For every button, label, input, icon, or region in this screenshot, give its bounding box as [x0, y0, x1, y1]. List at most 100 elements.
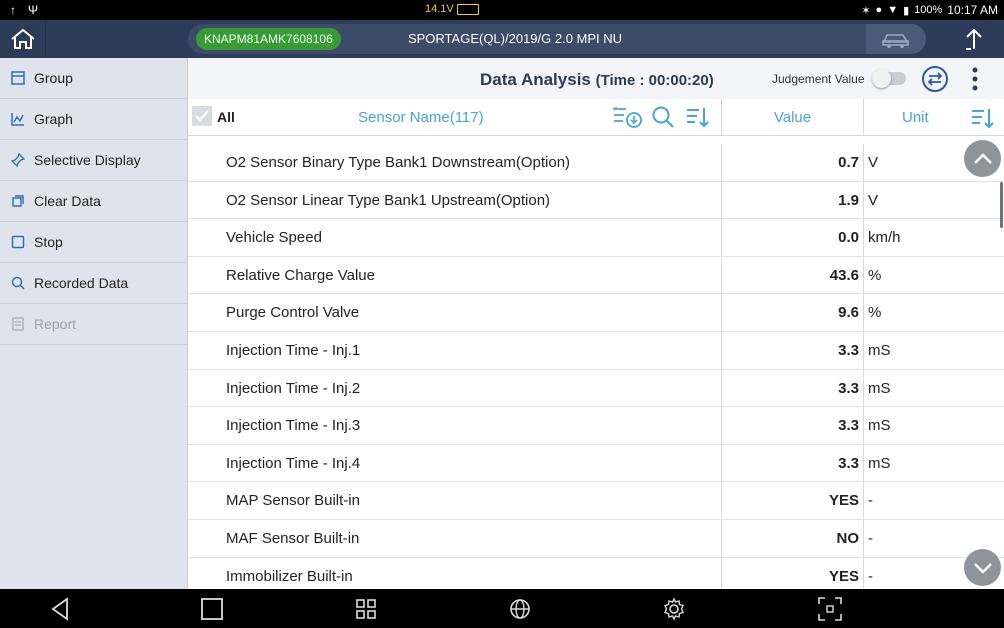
table-row[interactable]: Injection Time - Inj.4 3.3 mS	[188, 444, 1004, 483]
status-bar: ↑ Ψ 14.1V ✶ ● ▼ ▮ 100% 10:17 AM	[0, 0, 1004, 20]
sidebar-item-label: Recorded Data	[34, 275, 129, 291]
clock: 10:17 AM	[947, 3, 998, 17]
sensor-value: NO	[721, 519, 863, 557]
table-row[interactable]: Injection Time - Inj.2 3.3 mS	[188, 369, 1004, 408]
swap-button[interactable]	[921, 65, 949, 93]
sensor-value: 0.7	[721, 144, 863, 181]
sidebar-item-selective-display[interactable]: Selective Display	[0, 140, 187, 181]
sensor-name-column-header[interactable]: Sensor Name(117)	[358, 109, 484, 126]
judgement-value-toggle[interactable]	[872, 69, 906, 88]
sensor-unit: mS	[863, 369, 1004, 407]
search-record-icon	[10, 275, 26, 291]
sensor-value: 3.3	[721, 444, 863, 482]
sensor-unit: V	[863, 181, 1004, 219]
export-button[interactable]	[944, 20, 1004, 58]
sensor-name: Injection Time - Inj.4	[226, 454, 361, 472]
sensor-value: 1.9	[721, 181, 863, 219]
sensor-value: 3.3	[721, 331, 863, 369]
sensor-unit: -	[863, 482, 1004, 519]
table-row[interactable]: Purge Control Valve 9.6 %	[188, 294, 1004, 332]
sort-icon	[687, 108, 709, 128]
back-icon	[51, 597, 68, 621]
clear-icon	[10, 193, 26, 209]
table-row[interactable]: Injection Time - Inj.3 3.3 mS	[188, 407, 1004, 445]
usb-icon: Ψ	[28, 3, 39, 17]
report-icon	[10, 316, 26, 332]
search-button[interactable]	[651, 105, 677, 129]
table-row[interactable]: Relative Charge Value 43.6 %	[188, 256, 1004, 295]
sensor-unit: %	[863, 294, 1004, 331]
sidebar-item-group[interactable]: Group	[0, 58, 187, 99]
select-all-label: All	[217, 109, 235, 125]
sidebar-item-recorded-data[interactable]: Recorded Data	[0, 263, 187, 304]
apps-button[interactable]	[352, 595, 380, 623]
filter-list-button[interactable]	[612, 105, 642, 129]
sensor-value: 3.3	[721, 407, 863, 444]
value-column-header[interactable]: Value	[721, 99, 863, 136]
sidebar: Group Graph Selective Display Clear Data…	[0, 58, 188, 589]
scrollbar-thumb[interactable]	[1000, 182, 1003, 228]
recents-icon	[201, 598, 223, 620]
table-header: All Sensor Name(117) Value Unit	[188, 99, 1004, 136]
stop-icon	[10, 234, 26, 250]
unit-column-header[interactable]: Unit	[863, 99, 1004, 136]
data-analysis-header: Data Analysis (Time : 00:00:20) Judgemen…	[188, 58, 1004, 99]
upload-status-icon: ↑	[10, 3, 16, 17]
globe-icon	[510, 599, 530, 619]
judgement-value-label: Judgement Value	[772, 72, 865, 86]
table-row[interactable]: Injection Time - Inj.1 3.3 mS	[188, 331, 1004, 370]
select-all-checkbox[interactable]	[192, 106, 212, 126]
table-row[interactable]: O2 Sensor Linear Type Bank1 Upstream(Opt…	[188, 181, 1004, 220]
page-title-text: Data Analysis	[480, 70, 591, 89]
recents-button[interactable]	[198, 595, 226, 623]
sidebar-item-graph[interactable]: Graph	[0, 99, 187, 140]
sensor-unit: mS	[863, 407, 1004, 444]
sidebar-item-clear-data[interactable]: Clear Data	[0, 181, 187, 222]
home-button[interactable]	[0, 20, 46, 58]
do-not-disturb-icon: ●	[875, 4, 883, 16]
more-options-button[interactable]	[968, 66, 982, 92]
sidebar-item-label: Stop	[34, 234, 63, 250]
car-battery-icon	[456, 3, 479, 15]
scroll-down-button[interactable]	[964, 549, 1001, 586]
chevron-down-icon	[973, 562, 992, 574]
table-row[interactable]: Vehicle Speed 0.0 km/h	[188, 219, 1004, 257]
sort-icon[interactable]	[970, 106, 996, 130]
sensor-value: 0.0	[721, 219, 863, 256]
sensor-unit: km/h	[863, 219, 1004, 256]
scroll-up-button[interactable]	[964, 140, 1001, 177]
settings-button[interactable]	[660, 595, 688, 623]
sensor-name: Vehicle Speed	[226, 229, 322, 247]
back-button[interactable]	[46, 595, 74, 623]
table-row[interactable]: MAP Sensor Built-in YES -	[188, 482, 1004, 520]
sensor-value: 9.6	[721, 294, 863, 331]
more-vert-icon	[972, 67, 978, 91]
sensor-name: Injection Time - Inj.2	[226, 379, 361, 397]
sort-sensor-button[interactable]	[685, 105, 711, 129]
toggle-knob	[872, 69, 891, 88]
sensor-value: 43.6	[721, 256, 863, 294]
wifi-icon: ▼	[887, 4, 899, 16]
sensor-value: YES	[721, 482, 863, 519]
sensor-unit: %	[863, 256, 1004, 294]
apps-grid-icon	[356, 599, 376, 619]
table-row[interactable]: MAF Sensor Built-in NO -	[188, 519, 1004, 558]
sidebar-item-report: Report	[0, 304, 187, 345]
browser-button[interactable]	[506, 595, 534, 623]
sidebar-item-stop[interactable]: Stop	[0, 222, 187, 263]
vehicle-select-button[interactable]	[866, 24, 926, 54]
sensor-name: Immobilizer Built-in	[226, 567, 353, 585]
sidebar-item-label: Graph	[34, 111, 73, 127]
elapsed-time: (Time : 00:00:20)	[595, 72, 714, 89]
search-icon	[652, 106, 674, 128]
sensor-value: 3.3	[721, 369, 863, 407]
app-top-bar: KNAPM81AMK7608106 SPORTAGE(QL)/2019/G 2.…	[0, 20, 1004, 58]
sensor-unit: mS	[863, 331, 1004, 369]
table-row[interactable]: O2 Sensor Binary Type Bank1 Downstream(O…	[188, 144, 1004, 182]
sensor-data-table[interactable]: O2 Sensor Binary Type Bank1 Downstream(O…	[188, 144, 1004, 589]
graph-icon	[10, 111, 26, 127]
table-row[interactable]: Immobilizer Built-in YES -	[188, 557, 1004, 589]
table-spacer	[188, 136, 1004, 144]
screenshot-button[interactable]	[816, 595, 844, 623]
unit-column-label: Unit	[902, 109, 929, 126]
